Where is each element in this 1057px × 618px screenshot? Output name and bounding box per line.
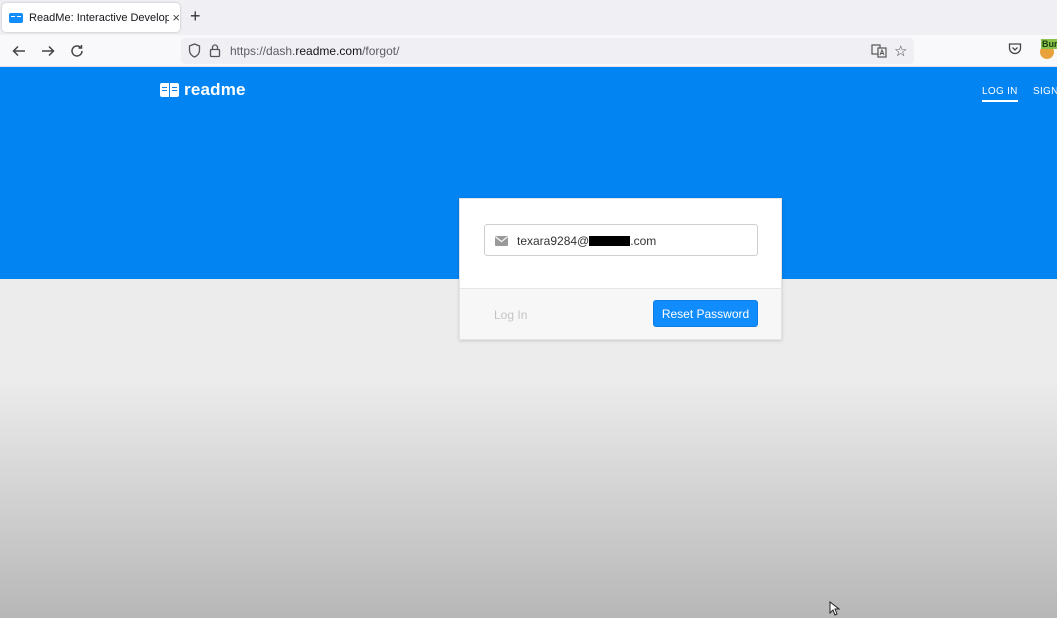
tab-close-icon[interactable]: × [172, 11, 180, 24]
reload-icon [71, 45, 83, 57]
pocket-icon[interactable] [1008, 42, 1022, 56]
new-tab-button[interactable]: + [190, 6, 201, 26]
forward-arrow-icon [42, 45, 55, 57]
url-domain: readme.com [295, 44, 363, 58]
email-suffix: .com [630, 234, 657, 248]
lock-icon[interactable] [209, 43, 221, 58]
reset-password-card: texara9284@ .com Log In Reset Password [459, 198, 782, 340]
reload-button[interactable] [66, 40, 88, 62]
shield-icon[interactable] [188, 43, 201, 58]
readme-book-icon [160, 83, 179, 97]
url-prefix: https://dash. [230, 44, 296, 58]
url-bar[interactable]: https://dash.readme.com/forgot/ ☆ [181, 38, 914, 64]
redaction-bar [589, 236, 631, 246]
forward-button[interactable] [37, 40, 59, 62]
reset-password-button[interactable]: Reset Password [653, 300, 758, 327]
extension-button[interactable]: Bur [1040, 39, 1057, 59]
browser-tab[interactable]: ReadMe: Interactive Developer × [2, 3, 180, 32]
extension-label: Bur [1041, 39, 1057, 49]
email-prefix: texara9284@ [517, 234, 590, 248]
logo-text: readme [184, 80, 246, 99]
card-footer: Log In Reset Password [460, 288, 781, 339]
back-button[interactable] [8, 40, 30, 62]
url-text[interactable]: https://dash.readme.com/forgot/ [230, 44, 399, 58]
readme-logo[interactable]: readme [160, 80, 246, 100]
back-arrow-icon [12, 45, 25, 57]
nav-signup-link[interactable]: SIGN [1033, 86, 1057, 97]
navigation-toolbar: https://dash.readme.com/forgot/ ☆ Bur [0, 35, 1057, 67]
translate-icon[interactable] [871, 43, 887, 59]
email-field[interactable]: texara9284@ .com [484, 224, 758, 256]
mouse-cursor-icon [829, 601, 840, 616]
url-path: /forgot/ [362, 44, 400, 58]
readme-favicon-icon [9, 12, 23, 23]
email-value: texara9284@ .com [517, 234, 656, 248]
tab-title: ReadMe: Interactive Developer [29, 11, 170, 24]
nav-login-link[interactable]: LOG IN [982, 86, 1018, 102]
bookmark-star-icon[interactable]: ☆ [894, 42, 907, 60]
tab-bar: ReadMe: Interactive Developer × + [0, 0, 1057, 35]
login-link[interactable]: Log In [494, 308, 527, 322]
mail-icon [495, 236, 508, 246]
